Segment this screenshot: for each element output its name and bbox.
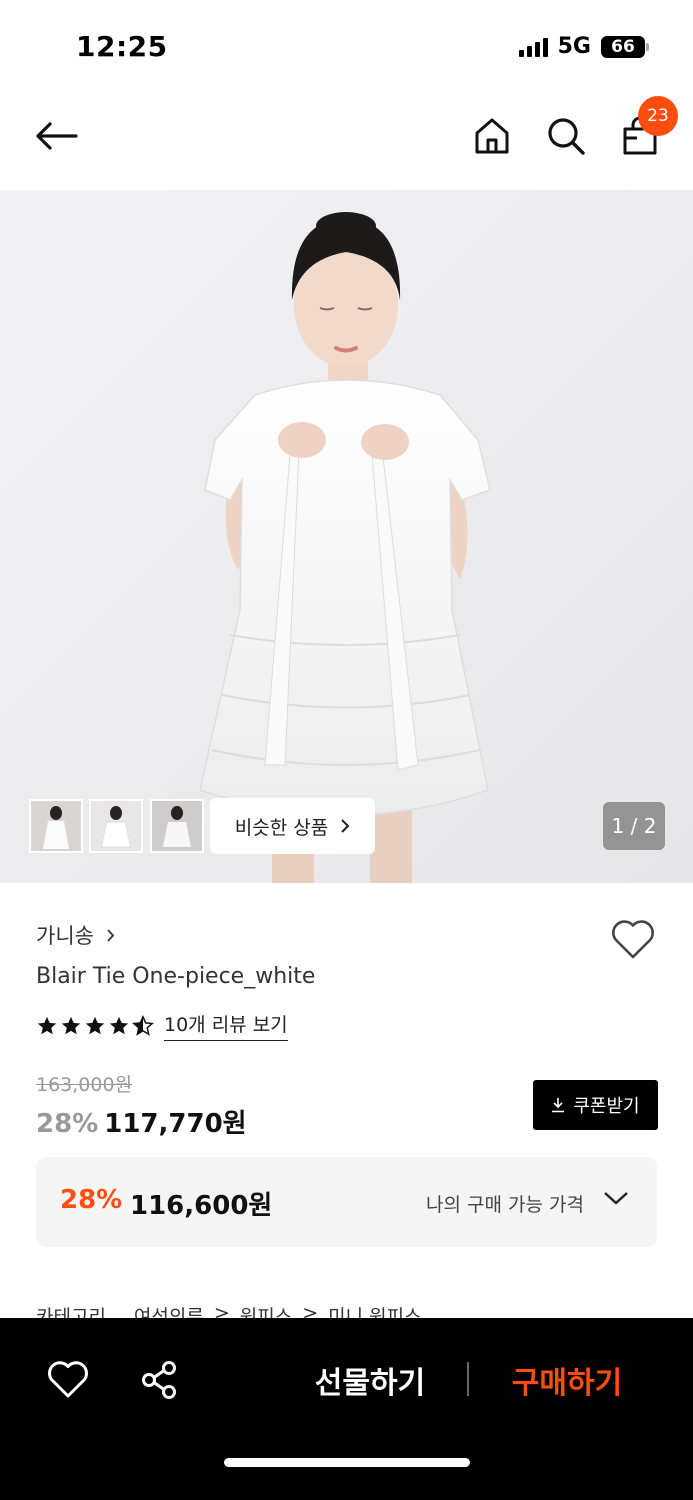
reviews-link[interactable]: 10개 리뷰 보기 [164, 1010, 288, 1041]
share-icon [142, 1361, 176, 1399]
brand-name: 가니송 [36, 924, 94, 948]
status-bar: 12:25 5G 66 [0, 0, 693, 90]
coupon-button[interactable]: 쿠폰받기 [533, 1080, 658, 1130]
star-icon [85, 1016, 105, 1034]
heart-icon [48, 1361, 88, 1398]
thumbnail-2[interactable] [89, 799, 143, 853]
status-indicators: 5G 66 [518, 34, 649, 59]
my-discount-percent: 28% [60, 1185, 123, 1215]
star-icon [109, 1016, 129, 1034]
top-nav [0, 96, 693, 180]
search-button[interactable] [542, 112, 590, 160]
search-icon [548, 118, 585, 155]
similar-products-button[interactable]: 비슷한 상품 [210, 798, 375, 854]
download-icon [552, 1098, 565, 1113]
buy-button[interactable]: 구매하기 [494, 1358, 640, 1402]
chevron-right-icon [107, 928, 115, 942]
product-photo [0, 190, 693, 883]
rating-row: 10개 리뷰 보기 [36, 1010, 288, 1041]
thumbnail-3[interactable] [150, 799, 204, 853]
home-icon [475, 118, 509, 154]
status-time: 12:25 [76, 30, 168, 63]
thumbnail-image [31, 801, 81, 851]
chevron-down-icon [604, 1192, 628, 1205]
network-label: 5G [557, 34, 591, 59]
back-button[interactable] [32, 112, 80, 160]
thumbnail-image [91, 801, 141, 851]
sale-price: 117,770원 [104, 1109, 247, 1139]
share-button[interactable] [138, 1358, 182, 1402]
star-half-icon [132, 1014, 154, 1036]
signal-icon [518, 37, 548, 57]
thumbnail-1[interactable] [29, 799, 83, 853]
star-rating [36, 1014, 154, 1037]
arrow-left-icon [36, 122, 78, 150]
bottom-wishlist-button[interactable] [46, 1360, 90, 1400]
star-icon [61, 1016, 81, 1034]
bottom-action-bar: 선물하기 구매하기 [0, 1318, 693, 1500]
thumbnail-image [152, 801, 202, 851]
image-page-indicator: 1 / 2 [603, 802, 665, 850]
star-icon [37, 1016, 57, 1034]
home-indicator [224, 1458, 470, 1467]
battery-level: 66 [611, 36, 635, 57]
my-price-label: 나의 구매 가능 가격 [426, 1194, 584, 1216]
similar-products-label: 비슷한 상품 [234, 816, 329, 839]
home-button[interactable] [468, 112, 516, 160]
brand-link[interactable]: 가니송 [36, 920, 115, 950]
my-price-toggle[interactable]: 28% 116,600원 나의 구매 가능 가격 [36, 1157, 657, 1247]
coupon-label: 쿠폰받기 [573, 1096, 640, 1117]
sale-price-row: 28% 117,770원 [36, 1103, 247, 1140]
my-price: 116,600원 [130, 1191, 273, 1221]
wishlist-button[interactable] [610, 918, 656, 962]
discount-percent: 28% [36, 1109, 99, 1139]
product-title: Blair Tie One-piece_white [36, 964, 316, 989]
heart-icon [612, 920, 654, 959]
product-image-gallery[interactable]: 비슷한 상품 1 / 2 [0, 190, 693, 883]
gift-button[interactable]: 선물하기 [300, 1358, 440, 1402]
chevron-right-icon [341, 819, 350, 833]
battery-icon: 66 [601, 35, 649, 58]
divider [467, 1362, 469, 1396]
cart-count-badge: 23 [638, 96, 678, 136]
original-price: 163,000원 [36, 1074, 133, 1096]
